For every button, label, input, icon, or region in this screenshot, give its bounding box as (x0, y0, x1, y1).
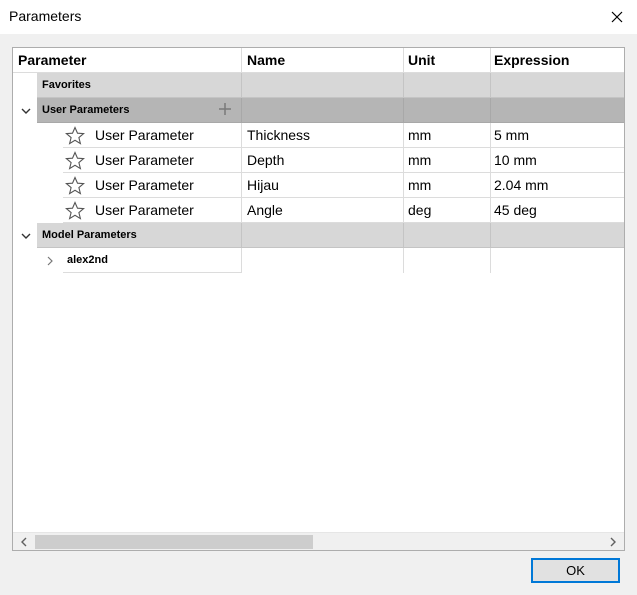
chevron-left-icon (21, 537, 27, 547)
scroll-right-button[interactable] (604, 533, 622, 550)
chevron-down-icon (21, 108, 31, 114)
star-outline-icon[interactable] (65, 126, 85, 146)
parameter-type: User Parameter (95, 202, 194, 218)
horizontal-scrollbar[interactable] (13, 532, 624, 550)
parameter-unit[interactable]: mm (404, 173, 491, 198)
expand-toggle[interactable] (15, 223, 37, 248)
parameter-unit[interactable]: mm (404, 123, 491, 148)
parameter-unit[interactable]: mm (404, 148, 491, 173)
ok-button[interactable]: OK (531, 558, 620, 583)
header-expression[interactable]: Expression (491, 48, 624, 73)
parameter-expression[interactable]: 2.04 mm (491, 173, 624, 198)
parameter-type: User Parameter (95, 177, 194, 193)
title-bar: Parameters (0, 0, 637, 34)
chevron-right-icon (47, 256, 53, 265)
parameter-expression[interactable]: 45 deg (491, 198, 624, 223)
close-icon (611, 11, 623, 23)
header-parameter[interactable]: Parameter (13, 48, 242, 73)
favorites-label: Favorites (42, 79, 91, 91)
chevron-right-icon (610, 537, 616, 547)
scroll-left-button[interactable] (15, 533, 33, 550)
header-name[interactable]: Name (242, 48, 404, 73)
window-title: Parameters (9, 8, 82, 24)
parameters-grid[interactable]: Parameter Name Unit Expression Favorites… (12, 47, 625, 551)
dialog-body: Parameter Name Unit Expression Favorites… (0, 34, 637, 595)
parameter-type: User Parameter (95, 152, 194, 168)
expand-toggle[interactable] (39, 248, 61, 273)
plus-icon[interactable] (218, 102, 232, 116)
star-outline-icon[interactable] (65, 201, 85, 221)
parameter-name[interactable]: Thickness (242, 123, 404, 148)
star-outline-icon[interactable] (65, 151, 85, 171)
model-name: alex2nd (67, 254, 108, 266)
header-unit[interactable]: Unit (404, 48, 491, 73)
parameter-name[interactable]: Angle (242, 198, 404, 223)
star-outline-icon[interactable] (65, 176, 85, 196)
parameter-expression[interactable]: 5 mm (491, 123, 624, 148)
expand-toggle[interactable] (15, 98, 37, 123)
scroll-thumb[interactable] (35, 535, 313, 549)
parameter-type: User Parameter (95, 127, 194, 143)
chevron-down-icon (21, 233, 31, 239)
user-parameters-label: User Parameters (42, 104, 130, 116)
parameter-name[interactable]: Depth (242, 148, 404, 173)
parameter-expression[interactable]: 10 mm (491, 148, 624, 173)
parameter-unit[interactable]: deg (404, 198, 491, 223)
parameter-name[interactable]: Hijau (242, 173, 404, 198)
model-parameters-label: Model Parameters (42, 229, 137, 241)
close-button[interactable] (597, 0, 637, 34)
